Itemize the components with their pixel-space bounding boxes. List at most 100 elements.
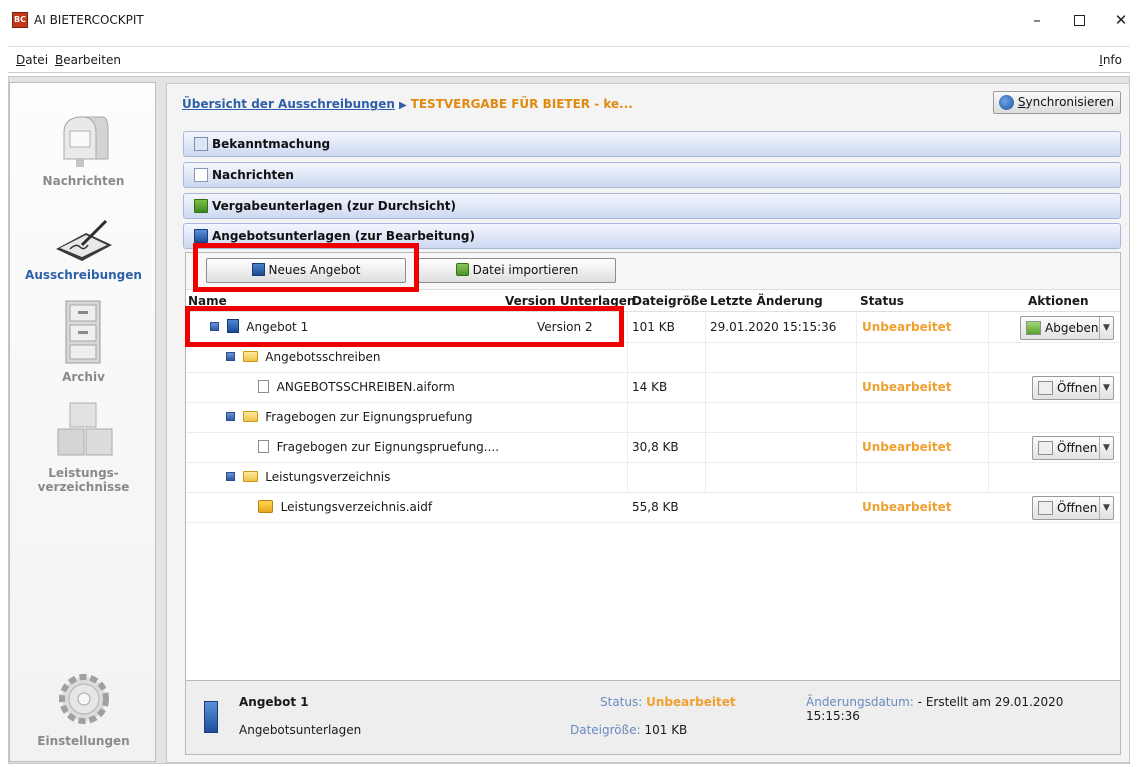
detail-status: Status: Unbearbeitet xyxy=(600,695,736,709)
table-row[interactable]: Fragebogen zur Eignungspruefung.... 30,8… xyxy=(186,433,1120,463)
col-modified[interactable]: Letzte Änderung xyxy=(710,292,823,311)
blue-book-icon xyxy=(194,229,208,243)
submit-icon xyxy=(1026,321,1041,335)
row-name-text: ANGEBOTSSCHREIBEN.aiform xyxy=(276,380,455,394)
main-panel: Übersicht der Ausschreibungen ▶ TESTVERGAB… xyxy=(166,83,1130,763)
title-bar: BC AI BIETERCOCKPIT – ✕ xyxy=(0,0,1138,44)
mailbox-icon xyxy=(63,116,108,167)
open-button[interactable]: Öffnen ▼ xyxy=(1032,436,1114,460)
sidebar: Nachrichten Ausschreibungen Archiv Leist… xyxy=(9,82,156,762)
form-file-icon xyxy=(258,380,269,393)
folder-icon xyxy=(242,411,258,422)
row-name: Fragebogen zur Eignungspruefung xyxy=(226,403,472,432)
open-label: Öffnen xyxy=(1057,441,1098,455)
menu-info[interactable]: Info xyxy=(1099,53,1122,67)
open-file-icon xyxy=(1038,381,1053,395)
col-status[interactable]: Status xyxy=(860,292,904,311)
menu-bearbeiten[interactable]: Bearbeiten xyxy=(55,53,121,67)
breadcrumb-link[interactable]: Übersicht der Ausschreibungen xyxy=(182,97,395,111)
chevron-down-icon[interactable]: ▼ xyxy=(1099,437,1113,459)
notice-icon xyxy=(194,137,208,151)
chevron-down-icon[interactable]: ▼ xyxy=(1099,317,1113,339)
row-name-text: Leistungsverzeichnis.aidf xyxy=(280,500,433,514)
section-label: Vergabeunterlagen (zur Durchsicht) xyxy=(212,199,456,213)
collapse-icon[interactable] xyxy=(226,352,235,361)
highlight-new-offer xyxy=(193,243,419,292)
row-status: Unbearbeitet xyxy=(862,500,952,514)
highlight-offer-row xyxy=(185,306,624,347)
section-vergabeunterlagen[interactable]: Vergabeunterlagen (zur Durchsicht) xyxy=(183,193,1121,219)
collapse-icon[interactable] xyxy=(226,412,235,421)
row-size: 55,8 KB xyxy=(632,500,679,514)
row-name: ANGEBOTSSCHREIBEN.aiform xyxy=(258,373,455,402)
menu-bar: Datei Bearbeiten Info xyxy=(8,46,1130,73)
table-row[interactable]: Leistungsverzeichnis.aidf 55,8 KB Unbear… xyxy=(186,493,1120,523)
row-name-text: Fragebogen zur Eignungspruefung xyxy=(265,410,473,424)
sidebar-item-einstellungen[interactable]: Einstellungen xyxy=(10,669,157,748)
window-title: AI BIETERCOCKPIT xyxy=(34,13,144,27)
section-nachrichten[interactable]: Nachrichten xyxy=(183,162,1121,188)
chevron-down-icon[interactable]: ▼ xyxy=(1099,377,1113,399)
import-file-button[interactable]: Datei importieren xyxy=(418,258,616,283)
row-name: Leistungsverzeichnis.aidf xyxy=(258,493,432,522)
sidebar-label-archiv: Archiv xyxy=(62,370,105,384)
sidebar-item-archiv[interactable]: Archiv xyxy=(10,299,157,384)
detail-status-value: Unbearbeitet xyxy=(646,695,736,709)
section-label: Bekanntmachung xyxy=(212,137,331,151)
col-actions[interactable]: Aktionen xyxy=(1028,292,1089,311)
maximize-icon xyxy=(1073,15,1085,26)
row-name-text: Fragebogen zur Eignungspruefung.... xyxy=(276,440,500,454)
globe-icon xyxy=(998,95,1014,110)
close-button[interactable]: ✕ xyxy=(1106,9,1136,33)
envelope-icon xyxy=(194,168,208,182)
import-icon xyxy=(455,263,469,276)
form-file-icon xyxy=(258,440,269,453)
open-button[interactable]: Öffnen ▼ xyxy=(1032,376,1114,400)
detail-status-label: Status: xyxy=(600,695,643,709)
collapse-icon[interactable] xyxy=(226,472,235,481)
section-bekanntmachung[interactable]: Bekanntmachung xyxy=(183,131,1121,157)
chevron-down-icon[interactable]: ▼ xyxy=(1099,497,1113,519)
folder-icon xyxy=(242,471,258,482)
sidebar-item-ausschreibungen[interactable]: Ausschreibungen xyxy=(10,215,157,282)
detail-size-value: 101 KB xyxy=(644,723,688,737)
sidebar-item-leistungsverzeichnisse[interactable]: Leistungs- verzeichnisse xyxy=(10,399,157,494)
menu-datei[interactable]: Datei xyxy=(16,53,48,67)
sidebar-label-ausschreibungen: Ausschreibungen xyxy=(25,268,142,282)
table-row[interactable]: ANGEBOTSSCHREIBEN.aiform 14 KB Unbearbei… xyxy=(186,373,1120,403)
sync-button[interactable]: Synchronisieren xyxy=(992,91,1121,114)
row-name: Leistungsverzeichnis xyxy=(226,463,390,492)
sidebar-label-nachrichten: Nachrichten xyxy=(42,174,125,188)
import-file-label: Datei importieren xyxy=(472,263,579,277)
sidebar-label-einstellungen: Einstellungen xyxy=(37,734,130,748)
row-name-text: Leistungsverzeichnis xyxy=(265,470,391,484)
col-size[interactable]: Dateigröße xyxy=(632,292,708,311)
row-name: Fragebogen zur Eignungspruefung.... xyxy=(258,433,499,462)
detail-date-label: Änderungsdatum: xyxy=(806,695,914,709)
minimize-button[interactable]: – xyxy=(1022,9,1052,33)
submit-button[interactable]: Abgeben ▼ xyxy=(1020,316,1114,340)
table-row[interactable]: Fragebogen zur Eignungspruefung xyxy=(186,403,1120,433)
open-button[interactable]: Öffnen ▼ xyxy=(1032,496,1114,520)
offer-book-icon xyxy=(204,701,218,733)
section-label: Nachrichten xyxy=(212,168,294,182)
signature-pad-icon xyxy=(55,219,112,261)
gear-icon xyxy=(58,674,109,724)
section-label: Angebotsunterlagen (zur Bearbeitung) xyxy=(212,229,475,243)
app-icon: BC xyxy=(12,12,28,28)
open-label: Öffnen xyxy=(1057,501,1098,515)
row-name: Angebotsschreiben xyxy=(226,343,380,372)
row-size: 101 KB xyxy=(632,320,675,334)
row-name-text: Angebotsschreiben xyxy=(265,350,381,364)
table-row[interactable]: Leistungsverzeichnis xyxy=(186,463,1120,493)
row-status: Unbearbeitet xyxy=(862,440,952,454)
detail-panel: Angebot 1 Angebotsunterlagen Status: Unb… xyxy=(185,680,1121,755)
boxes-icon xyxy=(57,402,112,456)
table-row[interactable]: Angebotsschreiben xyxy=(186,343,1120,373)
green-book-icon xyxy=(194,199,208,213)
breadcrumb-arrow-icon: ▶ xyxy=(398,100,407,111)
row-status: Unbearbeitet xyxy=(862,380,952,394)
sidebar-item-nachrichten[interactable]: Nachrichten xyxy=(10,109,157,188)
maximize-button[interactable] xyxy=(1064,9,1094,33)
folder-icon xyxy=(242,351,258,362)
